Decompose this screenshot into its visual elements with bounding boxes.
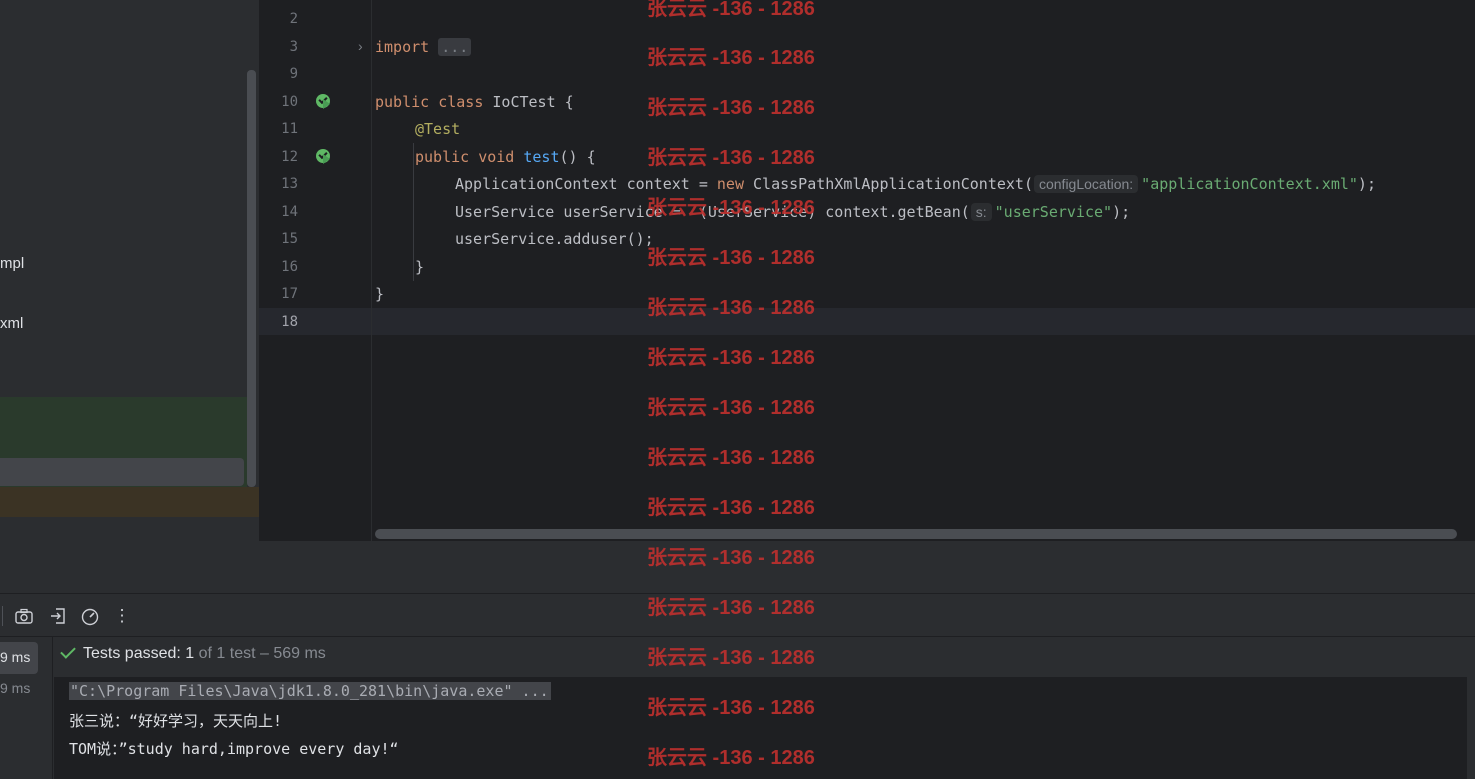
line-number: 16 bbox=[281, 259, 298, 275]
parameter-hint: s: bbox=[970, 203, 992, 221]
project-tree-excluded-row[interactable] bbox=[0, 487, 259, 517]
watermark-text: 张云云 -136 - 1286 bbox=[647, 647, 815, 669]
line-number: 2 bbox=[289, 11, 298, 27]
code-text: ); bbox=[1112, 203, 1131, 221]
project-tree-item[interactable]: mpl bbox=[0, 255, 24, 272]
test-tree-row[interactable]: 9 ms bbox=[0, 680, 30, 696]
watermark-text: 张云云 -136 - 1286 bbox=[647, 0, 815, 20]
code-line-10[interactable]: public class IoCTest { bbox=[375, 93, 574, 111]
watermark-text: 张云云 -136 - 1286 bbox=[647, 447, 815, 469]
code-line-11[interactable]: @Test bbox=[415, 120, 460, 138]
watermark-text: 张云云 -136 - 1286 bbox=[647, 347, 815, 369]
line-number: 10 bbox=[281, 94, 298, 110]
watermark-text: 张云云 -136 - 1286 bbox=[647, 147, 815, 169]
parameter-hint: configLocation: bbox=[1033, 175, 1139, 193]
check-icon bbox=[60, 643, 76, 659]
watermark-text: 张云云 -136 - 1286 bbox=[647, 97, 815, 119]
class-declaration: IoCTest { bbox=[483, 93, 574, 111]
string-literal: "applicationContext.xml" bbox=[1141, 175, 1358, 193]
annotation: @Test bbox=[415, 120, 461, 138]
watermark-text: 张云云 -136 - 1286 bbox=[647, 747, 815, 769]
method-name: test bbox=[523, 148, 560, 166]
line-number: 12 bbox=[281, 149, 298, 165]
keyword: public bbox=[375, 93, 430, 111]
watermark-text: 张云云 -136 - 1286 bbox=[647, 47, 815, 69]
gauge-icon[interactable] bbox=[80, 606, 100, 626]
line-number: 3 bbox=[289, 39, 298, 55]
code-line-17[interactable]: } bbox=[375, 285, 384, 303]
camera-icon[interactable] bbox=[14, 606, 34, 626]
line-number: 9 bbox=[289, 66, 298, 82]
watermark-text: 张云云 -136 - 1286 bbox=[647, 497, 815, 519]
watermark-text: 张云云 -136 - 1286 bbox=[647, 247, 815, 269]
watermark-text: 张云云 -136 - 1286 bbox=[647, 197, 815, 219]
test-status: Tests passed: 1 of 1 test – 569 ms bbox=[58, 643, 326, 663]
test-tree-row-selected[interactable]: 9 ms bbox=[0, 642, 38, 674]
keyword: void bbox=[478, 148, 515, 166]
watermark-text: 张云云 -136 - 1286 bbox=[647, 547, 815, 569]
code-line-13[interactable]: ApplicationContext context = new ClassPa… bbox=[455, 175, 1376, 193]
indent-guide bbox=[413, 168, 414, 256]
console-command-line[interactable]: "C:\Program Files\Java\jdk1.8.0_281\bin\… bbox=[69, 682, 551, 700]
string-literal: "userService" bbox=[994, 203, 1113, 221]
more-vertical-icon[interactable]: ⋮ bbox=[112, 606, 132, 626]
tests-passed-label: Tests passed: 1 bbox=[83, 645, 195, 662]
line-number: 11 bbox=[281, 121, 298, 137]
keyword: import bbox=[375, 38, 430, 56]
watermark-text: 张云云 -136 - 1286 bbox=[647, 597, 815, 619]
import-icon[interactable] bbox=[48, 606, 68, 626]
code-text: ); bbox=[1357, 175, 1376, 193]
current-line-highlight bbox=[259, 308, 1475, 335]
console-output-line: TOM说：”study hard,improve every day!“ bbox=[69, 740, 399, 758]
project-tree-selected-row[interactable] bbox=[0, 458, 244, 486]
method-signature: () { bbox=[559, 148, 596, 166]
project-scrollbar[interactable] bbox=[247, 70, 256, 487]
project-panel: mpl xml bbox=[0, 0, 259, 541]
console-output-line: 张三说：“好好学习，天天向上! bbox=[69, 712, 283, 730]
run-test-class-icon[interactable] bbox=[316, 94, 330, 109]
line-number: 17 bbox=[281, 286, 298, 302]
keyword: public bbox=[415, 148, 470, 166]
code-line-16[interactable]: } bbox=[415, 258, 424, 276]
keyword: class bbox=[438, 93, 484, 111]
line-number: 13 bbox=[281, 176, 298, 192]
project-tree-item[interactable]: xml bbox=[0, 315, 23, 332]
line-number: 15 bbox=[281, 231, 298, 247]
watermark-text: 张云云 -136 - 1286 bbox=[647, 397, 815, 419]
watermark-text: 张云云 -136 - 1286 bbox=[647, 297, 815, 319]
code-line-15[interactable]: userService.adduser(); bbox=[455, 230, 654, 248]
line-number-current: 18 bbox=[281, 314, 298, 330]
toolbar-separator bbox=[2, 606, 3, 626]
folded-imports[interactable]: ... bbox=[438, 38, 472, 56]
gutter-separator bbox=[371, 0, 372, 541]
run-test-method-icon[interactable] bbox=[316, 149, 330, 164]
fold-chevron-right-icon[interactable]: › bbox=[358, 38, 363, 54]
code-line-12[interactable]: public void test() { bbox=[415, 148, 596, 166]
code-line-3[interactable]: import ... bbox=[375, 38, 472, 56]
line-number: 14 bbox=[281, 204, 298, 220]
watermark-text: 张云云 -136 - 1286 bbox=[647, 697, 815, 719]
editor-horizontal-scrollbar[interactable] bbox=[375, 529, 1457, 539]
tests-summary: of 1 test – 569 ms bbox=[198, 645, 326, 662]
